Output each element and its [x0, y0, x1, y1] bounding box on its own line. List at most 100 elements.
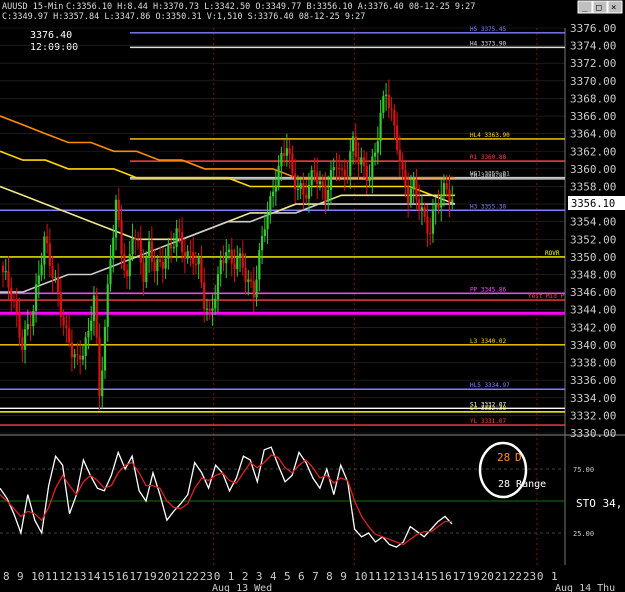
candle-body	[1, 265, 5, 273]
time-tick-label: 15	[425, 570, 438, 583]
price-candles[interactable]	[1, 79, 454, 410]
price-tick-label: 3350.00	[570, 251, 616, 264]
candle-body	[387, 94, 390, 109]
date-label: Aug 14 Thu	[555, 583, 615, 592]
time-tick-label: 23	[200, 570, 213, 583]
candle-body	[23, 329, 27, 350]
candle-body	[7, 271, 10, 288]
candle-body	[351, 136, 355, 152]
price-tick-label: 3366.00	[570, 110, 616, 123]
time-tick-label: 15	[101, 570, 114, 583]
candle-body	[244, 267, 247, 282]
candle-body	[76, 354, 79, 356]
candle-body	[70, 342, 74, 358]
price-tick-label: 3372.00	[570, 57, 616, 70]
pivot-level-label: Yest Mid P	[528, 293, 565, 300]
candle-body	[415, 179, 418, 200]
candle-body	[288, 148, 291, 155]
time-tick-label: 17	[453, 570, 466, 583]
time-axis[interactable]: 8 9 10 11 12 13 14 15 16 17 19 20 21 22 23 0 1 2 3 4 5 6 7 8 9 10…	[3, 570, 615, 592]
time-tick-label: 20	[481, 570, 494, 583]
candle-body	[354, 136, 357, 158]
pivot-level-label: L3 3340.02	[470, 338, 507, 345]
moving-average-line	[0, 203, 455, 293]
candle-body	[183, 252, 187, 259]
candle-body	[274, 185, 277, 192]
candle-body	[128, 254, 131, 277]
price-tick-label: 3362.00	[570, 145, 616, 158]
cursor-time-readout: 12:09:00	[30, 42, 78, 53]
candle-body	[172, 247, 175, 249]
time-tick-label: 13	[396, 570, 409, 583]
candle-body	[4, 271, 7, 273]
candle-body	[431, 209, 435, 234]
candle-body	[211, 308, 214, 311]
candle-body	[349, 151, 352, 177]
candle-body	[310, 170, 313, 185]
candle-body	[106, 284, 109, 327]
candle-body	[214, 298, 217, 309]
candle-body	[98, 337, 101, 397]
candle-body	[92, 295, 96, 321]
candle-body	[216, 274, 220, 299]
candle-body	[362, 157, 366, 167]
candle-body	[260, 236, 264, 251]
candle-body	[294, 173, 297, 190]
pivot-level-label: L4 3332.38	[470, 405, 507, 412]
candle-body	[271, 191, 275, 197]
candle-body	[134, 238, 137, 240]
price-tick-label: 3360.00	[570, 163, 616, 176]
candle-body	[321, 181, 324, 186]
price-axis[interactable]: 3330.00 3332.00 3334.00 3336.00 3338.00 3340.…	[570, 22, 616, 440]
candle-body	[37, 275, 40, 285]
time-tick-label: 11	[368, 570, 381, 583]
last-price-label: 3356.10	[571, 198, 615, 210]
candle-body	[442, 183, 446, 195]
candle-body	[34, 284, 38, 311]
candle-body	[327, 190, 330, 202]
candle-body	[178, 228, 181, 233]
candle-body	[101, 370, 104, 397]
candle-body	[384, 94, 388, 97]
candle-body	[181, 232, 184, 253]
candle-body	[398, 149, 401, 162]
ohlc-stats-secondary: C:3349.97 H:3357.84 L:3347.86 O:3350.31 …	[2, 12, 365, 22]
candle-body	[57, 277, 60, 293]
candle-body	[68, 328, 71, 343]
candle-body	[48, 243, 51, 266]
candle-body	[15, 301, 18, 313]
maximize-icon: □	[596, 3, 602, 13]
time-tick-label: 13	[73, 570, 86, 583]
candle-body	[62, 316, 65, 326]
time-tick-label: 21	[495, 570, 508, 583]
time-tick-label: 23	[523, 570, 536, 583]
ohlc-stats: C:3356.10 H:8.44 H:3370.73 L:3342.50 O:3…	[66, 2, 475, 12]
candle-body	[373, 152, 377, 157]
candle-body	[225, 252, 228, 264]
time-tick-label: 10	[31, 570, 44, 583]
stoch-line	[0, 446, 453, 548]
time-tick-label: 3	[256, 570, 263, 583]
candle-body	[285, 148, 288, 156]
candle-body	[203, 282, 206, 309]
candle-body	[189, 251, 192, 253]
price-tick-label: 3340.00	[570, 339, 616, 352]
stoch-annotation-value: 28	[497, 451, 510, 464]
candle-body	[423, 207, 426, 217]
candle-body	[324, 185, 327, 202]
candle-body	[208, 308, 211, 311]
pivot-level-label: H5 3375.45	[470, 26, 507, 33]
candle-body	[230, 249, 233, 264]
candle-body	[167, 244, 170, 259]
candle-body	[429, 232, 432, 234]
candle-body	[346, 175, 349, 177]
time-tick-label: 11	[45, 570, 58, 583]
candle-body	[219, 260, 222, 275]
candle-body	[269, 196, 272, 215]
candle-body	[45, 236, 49, 244]
candle-body	[305, 194, 308, 199]
stoch-tick-label: 25.00	[573, 530, 594, 538]
candle-body	[445, 183, 448, 190]
candle-body	[54, 277, 57, 279]
candle-body	[338, 167, 341, 169]
